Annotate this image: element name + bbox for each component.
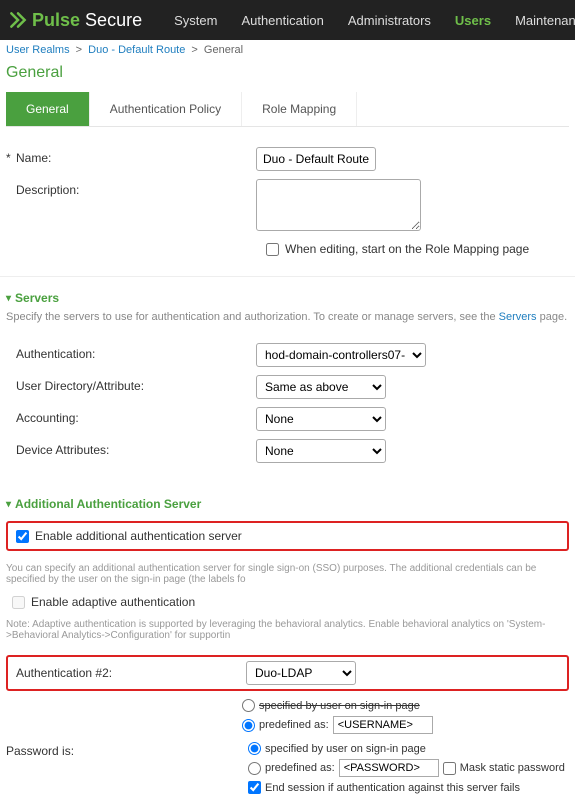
username-specified-label: specified by user on sign-in page [259,700,420,712]
device-attr-label: Device Attributes: [16,443,109,457]
end-session-label: End session if authentication against th… [265,782,520,794]
brand-text: Pulse Secure [32,10,142,31]
adaptive-note: Note: Adaptive authentication is support… [0,617,575,651]
nav-authentication[interactable]: Authentication [229,13,335,28]
tab-auth-policy[interactable]: Authentication Policy [90,92,242,126]
general-form: *Name: Description: When editing, start … [0,127,575,266]
device-attr-select[interactable]: None [256,439,386,463]
auth2-box: Authentication #2: Duo-LDAP [6,655,569,691]
nav-administrators[interactable]: Administrators [336,13,443,28]
enable-additional-label: Enable additional authentication server [35,529,242,543]
crumb-current: General [204,44,243,56]
brand-logo: Pulse Secure [8,10,142,31]
user-dir-label: User Directory/Attribute: [16,379,144,393]
name-input[interactable] [256,147,376,171]
main-nav: System Authentication Administrators Use… [162,13,575,28]
username-predefined-radio[interactable] [242,719,255,732]
username-specified-radio[interactable] [242,699,255,712]
auth2-label: Authentication #2: [16,666,246,680]
servers-link[interactable]: Servers [499,311,537,323]
additional-auth-header[interactable]: ▾ Additional Authentication Server [0,489,575,517]
password-specified-label: specified by user on sign-in page [265,743,426,755]
sso-note: You can specify an additional authentica… [0,561,575,595]
chevron-down-icon: ▾ [6,293,11,304]
password-predefined-input[interactable] [339,759,439,777]
username-options: specified by user on sign-in page predef… [242,699,575,734]
breadcrumb: User Realms > Duo - Default Route > Gene… [0,40,575,60]
accounting-select[interactable]: None [256,407,386,431]
crumb-user-realms[interactable]: User Realms [6,44,70,56]
servers-header[interactable]: ▾ Servers [0,276,575,311]
start-role-mapping-label: When editing, start on the Role Mapping … [285,242,529,256]
password-specified-radio[interactable] [248,742,261,755]
top-bar: Pulse Secure System Authentication Admin… [0,0,575,40]
start-role-mapping-checkbox[interactable] [266,243,279,256]
tab-bar: General Authentication Policy Role Mappi… [6,92,569,127]
tab-general[interactable]: General [6,92,90,126]
auth2-select[interactable]: Duo-LDAP [246,661,356,685]
chevron-down-icon: ▾ [6,499,11,510]
enable-additional-checkbox[interactable] [16,530,29,543]
enable-additional-box: Enable additional authentication server [6,521,569,551]
mask-password-label: Mask static password [460,762,565,774]
password-predefined-radio[interactable] [248,762,261,775]
description-input[interactable] [256,179,421,231]
page-title: General [0,60,575,92]
password-predefined-label: predefined as: [265,762,335,774]
description-label: Description: [16,183,79,197]
username-predefined-label: predefined as: [259,719,329,731]
authentication-label: Authentication: [16,347,95,361]
servers-helper: Specify the servers to use for authentic… [0,311,575,335]
mask-password-checkbox[interactable] [443,762,456,775]
end-session-checkbox[interactable] [248,781,261,794]
enable-adaptive-label: Enable adaptive authentication [31,595,195,609]
enable-adaptive-checkbox[interactable] [12,596,25,609]
nav-system[interactable]: System [162,13,229,28]
nav-maintenance[interactable]: Maintenance [503,13,575,28]
nav-users[interactable]: Users [443,13,503,28]
user-dir-select[interactable]: Same as above [256,375,386,399]
crumb-realm[interactable]: Duo - Default Route [88,44,185,56]
tab-role-mapping[interactable]: Role Mapping [242,92,357,126]
name-label: Name: [16,151,51,165]
pulse-icon [8,10,28,30]
authentication-select[interactable]: hod-domain-controllers07-08 [256,343,426,367]
username-predefined-input[interactable] [333,716,433,734]
password-label: Password is: [6,742,248,758]
accounting-label: Accounting: [16,411,79,425]
